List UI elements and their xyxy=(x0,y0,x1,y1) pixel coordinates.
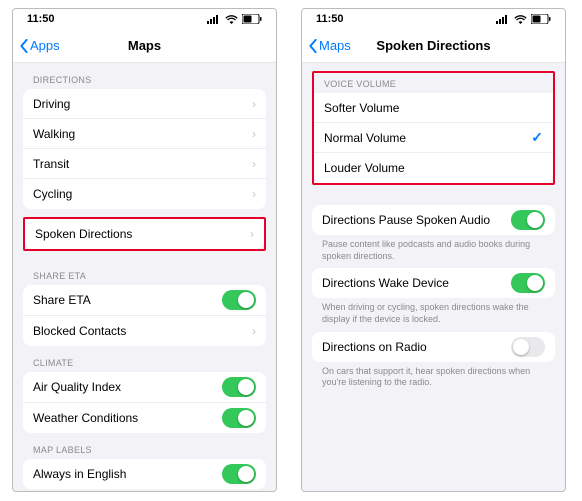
back-button[interactable]: Apps xyxy=(19,38,60,53)
row-label: Weather Conditions xyxy=(33,411,222,425)
row-pause-audio[interactable]: Directions Pause Spoken Audio xyxy=(312,205,555,235)
row-cycling[interactable]: Cycling› xyxy=(23,179,266,209)
signal-icon xyxy=(207,15,221,24)
chevron-right-icon: › xyxy=(250,227,254,241)
settings-scroll[interactable]: DIRECTIONS Driving› Walking› Transit› Cy… xyxy=(13,63,276,491)
section-header-map-labels: MAP LABELS xyxy=(13,433,276,459)
footer-directions-radio: On cars that support it, hear spoken dir… xyxy=(302,362,565,395)
phone-maps-settings: 11:50 Apps Maps DIRECTIONS Driving› Walk… xyxy=(12,8,277,492)
row-blocked-contacts[interactable]: Blocked Contacts› xyxy=(23,316,266,346)
row-weather[interactable]: Weather Conditions xyxy=(23,403,266,433)
toggle-aqi[interactable] xyxy=(222,377,256,397)
status-right xyxy=(496,14,551,24)
chevron-right-icon: › xyxy=(252,157,256,171)
group-radio: Directions on Radio xyxy=(312,332,555,362)
highlight-voice-volume: VOICE VOLUME Softer Volume Normal Volume… xyxy=(312,71,555,185)
row-always-english[interactable]: Always in English xyxy=(23,459,266,489)
wifi-icon xyxy=(225,15,238,24)
back-label: Apps xyxy=(30,38,60,53)
back-label: Maps xyxy=(319,38,351,53)
toggle-wake-device[interactable] xyxy=(511,273,545,293)
phone-spoken-directions: 11:50 Maps Spoken Directions VOICE VOLUM… xyxy=(301,8,566,492)
back-button[interactable]: Maps xyxy=(308,38,351,53)
status-right xyxy=(207,14,262,24)
status-bar: 11:50 xyxy=(302,9,565,29)
row-label: Normal Volume xyxy=(324,131,531,145)
row-driving[interactable]: Driving› xyxy=(23,89,266,119)
row-label: Driving xyxy=(33,97,252,111)
row-transit[interactable]: Transit› xyxy=(23,149,266,179)
page-title: Maps xyxy=(128,38,161,53)
footer-pause-audio: Pause content like podcasts and audio bo… xyxy=(302,235,565,268)
group-pause-audio: Directions Pause Spoken Audio xyxy=(312,205,555,235)
row-aqi[interactable]: Air Quality Index xyxy=(23,372,266,403)
row-louder-volume[interactable]: Louder Volume xyxy=(314,153,553,183)
row-wake-device[interactable]: Directions Wake Device xyxy=(312,268,555,298)
battery-icon xyxy=(531,14,551,24)
row-label: Walking xyxy=(33,127,252,141)
row-label: Always in English xyxy=(33,467,222,481)
row-normal-volume[interactable]: Normal Volume✓ xyxy=(314,123,553,153)
signal-icon xyxy=(496,15,510,24)
footer-wake-device: When driving or cycling, spoken directio… xyxy=(302,298,565,331)
group-share-eta: Share ETA Blocked Contacts› xyxy=(23,285,266,346)
group-climate: Air Quality Index Weather Conditions xyxy=(23,372,266,433)
section-header-climate: CLIMATE xyxy=(13,346,276,372)
section-header-voice-volume: VOICE VOLUME xyxy=(314,73,553,93)
chevron-right-icon: › xyxy=(252,324,256,338)
chevron-left-icon xyxy=(308,39,318,53)
status-time: 11:50 xyxy=(316,13,344,25)
row-share-eta[interactable]: Share ETA xyxy=(23,285,266,316)
highlight-spoken-directions: Spoken Directions› xyxy=(23,217,266,251)
row-label: Directions on Radio xyxy=(322,340,511,354)
row-label: Transit xyxy=(33,157,252,171)
row-directions-radio[interactable]: Directions on Radio xyxy=(312,332,555,362)
toggle-always-english[interactable] xyxy=(222,464,256,484)
section-header-directions: DIRECTIONS xyxy=(13,63,276,89)
group-spoken: Spoken Directions› xyxy=(25,219,264,249)
section-header-share-eta: SHARE ETA xyxy=(13,259,276,285)
group-directions: Driving› Walking› Transit› Cycling› xyxy=(23,89,266,209)
toggle-share-eta[interactable] xyxy=(222,290,256,310)
row-label: Cycling xyxy=(33,187,252,201)
toggle-weather[interactable] xyxy=(222,408,256,428)
row-label: Directions Pause Spoken Audio xyxy=(322,213,511,227)
row-softer-volume[interactable]: Softer Volume xyxy=(314,93,553,123)
row-label: Share ETA xyxy=(33,293,222,307)
row-walking[interactable]: Walking› xyxy=(23,119,266,149)
settings-scroll[interactable]: VOICE VOLUME Softer Volume Normal Volume… xyxy=(302,63,565,491)
toggle-pause-audio[interactable] xyxy=(511,210,545,230)
toggle-directions-radio[interactable] xyxy=(511,337,545,357)
row-label: Spoken Directions xyxy=(35,227,250,241)
page-title: Spoken Directions xyxy=(376,38,490,53)
status-bar: 11:50 xyxy=(13,9,276,29)
row-label: Softer Volume xyxy=(324,101,543,115)
chevron-right-icon: › xyxy=(252,97,256,111)
row-label: Air Quality Index xyxy=(33,380,222,394)
row-label: Directions Wake Device xyxy=(322,276,511,290)
nav-bar: Maps Spoken Directions xyxy=(302,29,565,63)
row-label: Louder Volume xyxy=(324,161,543,175)
wifi-icon xyxy=(514,15,527,24)
chevron-right-icon: › xyxy=(252,127,256,141)
row-label: Blocked Contacts xyxy=(33,324,252,338)
group-wake-device: Directions Wake Device xyxy=(312,268,555,298)
row-spoken-directions[interactable]: Spoken Directions› xyxy=(25,219,264,249)
status-time: 11:50 xyxy=(27,13,55,25)
group-map-labels: Always in English xyxy=(23,459,266,489)
group-voice-volume: Softer Volume Normal Volume✓ Louder Volu… xyxy=(314,93,553,183)
battery-icon xyxy=(242,14,262,24)
chevron-right-icon: › xyxy=(252,187,256,201)
chevron-left-icon xyxy=(19,39,29,53)
checkmark-icon: ✓ xyxy=(531,129,543,146)
nav-bar: Apps Maps xyxy=(13,29,276,63)
